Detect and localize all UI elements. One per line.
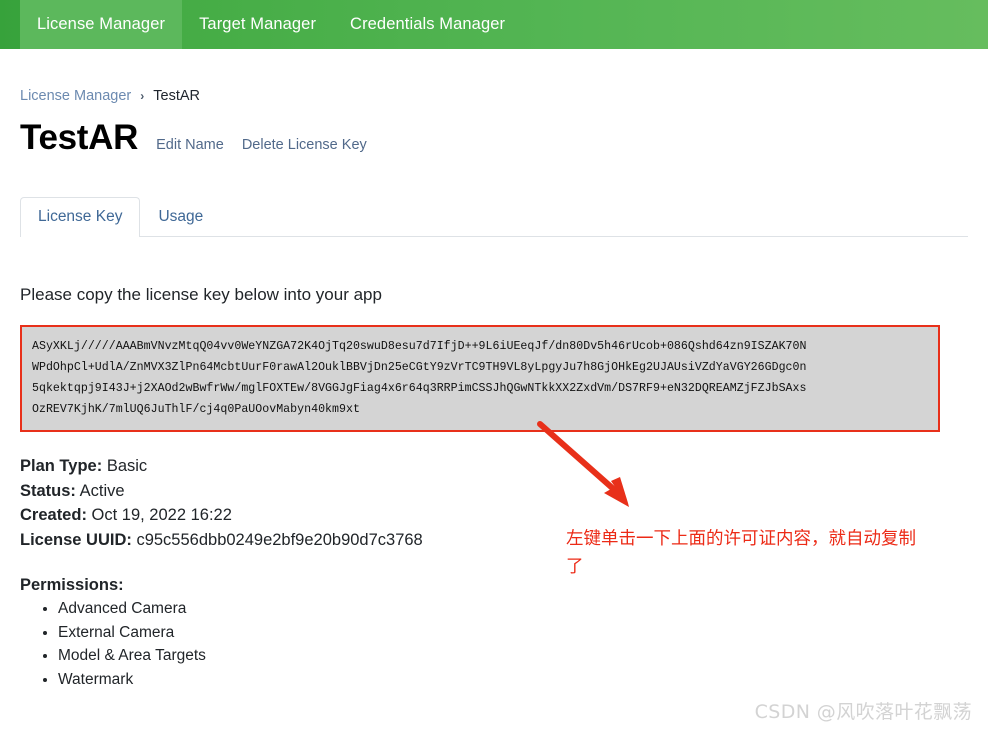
list-item: Advanced Camera xyxy=(58,597,968,621)
title-row: TestAR Edit Name Delete License Key xyxy=(20,120,968,155)
csdn-watermark: CSDN @风吹落叶花飘荡 xyxy=(754,701,972,723)
nav-item-label: License Manager xyxy=(37,15,166,33)
detail-value: Oct 19, 2022 16:22 xyxy=(91,506,232,524)
detail-row-plan-type: Plan Type: Basic xyxy=(20,454,968,479)
top-navbar: License Manager Target Manager Credentia… xyxy=(0,0,988,49)
detail-value: c95c556dbb0249e2bf9e20b90d7c3768 xyxy=(136,530,423,549)
annotation-text: 左键单击一下上面的许可证内容，就自动复制了 xyxy=(566,529,916,577)
breadcrumb-current: TestAR xyxy=(153,88,200,104)
license-key-box[interactable]: ASyXKLj/////AAABmVNvzMtqQ04vv0WeYNZGA72K… xyxy=(20,325,940,432)
delete-license-key-link[interactable]: Delete License Key xyxy=(242,137,367,153)
detail-row-status: Status: Active xyxy=(20,479,968,504)
detail-label: Status: xyxy=(20,481,76,500)
tab-license-key[interactable]: License Key xyxy=(20,197,141,237)
breadcrumb: License Manager › TestAR xyxy=(20,49,968,104)
license-key-line: WPdOhpCl+UdlA/ZnMVX3ZlPn64McbtUurF0rawAl… xyxy=(32,361,807,374)
detail-label: Plan Type: xyxy=(20,457,103,475)
chevron-right-icon: › xyxy=(140,89,145,103)
nav-item-label: Credentials Manager xyxy=(350,15,506,33)
license-key-line: ASyXKLj/////AAABmVNvzMtqQ04vv0WeYNZGA72K… xyxy=(32,340,807,353)
license-key-line: OzREV7KjhK/7mlUQ6JuThlF/cj4q0PaUOovMabyn… xyxy=(32,403,360,416)
page-content: License Manager › TestAR TestAR Edit Nam… xyxy=(0,49,988,691)
nav-item-label: Target Manager xyxy=(199,15,317,33)
breadcrumb-link-license-manager[interactable]: License Manager xyxy=(20,88,131,104)
copy-instruction: Please copy the license key below into y… xyxy=(20,285,382,304)
permissions-list: Advanced Camera External Camera Model & … xyxy=(20,597,968,691)
detail-label: License UUID: xyxy=(20,530,132,549)
list-item: Model & Area Targets xyxy=(58,644,968,668)
detail-label: Created: xyxy=(20,506,87,524)
nav-item-credentials-manager[interactable]: Credentials Manager xyxy=(333,0,522,49)
tab-usage[interactable]: Usage xyxy=(140,197,221,236)
nav-item-target-manager[interactable]: Target Manager xyxy=(182,0,333,49)
detail-value: Basic xyxy=(106,457,148,475)
list-item: Watermark xyxy=(58,668,968,692)
list-item: External Camera xyxy=(58,621,968,645)
page-title: TestAR xyxy=(20,118,139,157)
nav-item-license-manager[interactable]: License Manager xyxy=(20,0,183,49)
tab-label: License Key xyxy=(38,208,123,226)
tab-label: Usage xyxy=(158,208,204,226)
tab-bar: License Key Usage xyxy=(20,197,968,237)
license-key-line: 5qkektqpj9I43J+j2XAOd2wBwfrWw/mglFOXTEw/… xyxy=(32,382,807,395)
detail-row-created: Created: Oct 19, 2022 16:22 xyxy=(20,503,968,528)
edit-name-link[interactable]: Edit Name xyxy=(156,137,224,153)
detail-value: Active xyxy=(79,481,125,500)
